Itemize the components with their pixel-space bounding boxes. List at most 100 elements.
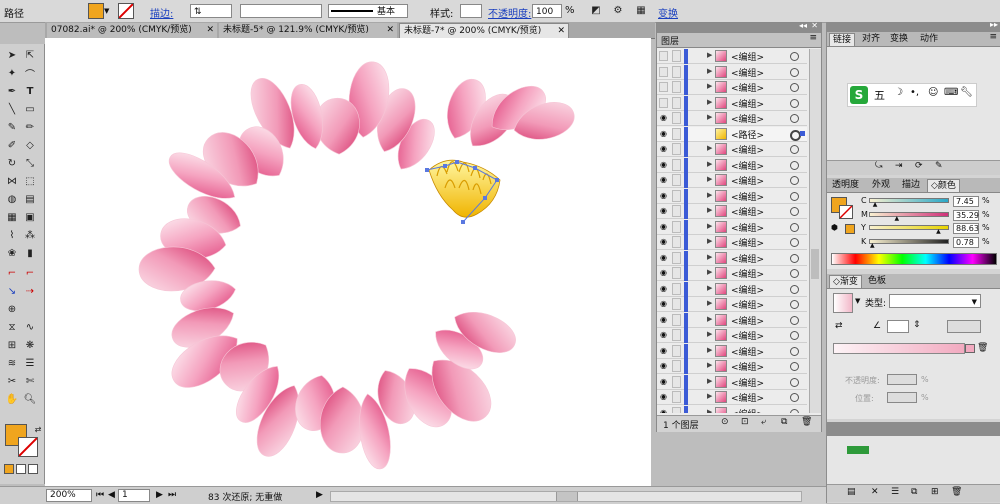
layer-row[interactable]: ◉ ▶ <编组>: [657, 142, 807, 157]
prev-page-icon[interactable]: ◀: [108, 490, 115, 500]
expand-triangle-icon[interactable]: ▶: [707, 237, 712, 245]
eye-icon[interactable]: ◉: [659, 392, 668, 402]
target-circle-icon[interactable]: [790, 269, 799, 278]
fill-dropdown-chevron-icon[interactable]: ▼: [104, 7, 109, 15]
target-circle-icon[interactable]: [790, 67, 799, 77]
tab-align[interactable]: 对齐: [859, 33, 883, 46]
tab-color[interactable]: ◇颜色: [927, 179, 960, 192]
expand-triangle-icon[interactable]: ▶: [707, 67, 712, 75]
expand-triangle-icon[interactable]: ▶: [707, 299, 712, 307]
trash-icon[interactable]: 🗑︎: [951, 487, 962, 497]
lock-toggle[interactable]: [672, 313, 681, 326]
layer-row[interactable]: ◉ ▶ <编组>: [657, 250, 807, 266]
pucker-tool-icon[interactable]: ⊞: [4, 338, 20, 352]
pencil-tool-icon[interactable]: ✏: [22, 120, 38, 134]
status-menu-icon[interactable]: ▶: [316, 490, 323, 500]
panel-menu-icon[interactable]: ≡: [809, 33, 817, 43]
lock-toggle[interactable]: [672, 50, 681, 62]
expand-triangle-icon[interactable]: ▶: [707, 253, 712, 261]
lock-toggle[interactable]: [672, 236, 681, 248]
eye-icon[interactable]: ◉: [659, 113, 668, 123]
magic-wand-tool-icon[interactable]: ✦: [4, 66, 20, 80]
recolor-artwork-icon[interactable]: ◩: [588, 3, 604, 17]
layer-row[interactable]: ◉ ▶ <编组>: [657, 157, 807, 173]
mesh-tool-icon[interactable]: ▦: [4, 210, 20, 224]
lock-toggle[interactable]: [672, 112, 681, 124]
duplicate-icon[interactable]: ⧉: [911, 487, 917, 497]
expand-triangle-icon[interactable]: ▶: [707, 160, 712, 168]
lock-toggle[interactable]: [672, 298, 681, 310]
layer-row[interactable]: ◉ ▶ <编组>: [657, 343, 807, 359]
eyedropper-tool-icon[interactable]: ⌇: [4, 228, 20, 242]
color-spectrum-bar[interactable]: [831, 253, 997, 265]
gradient-ramp[interactable]: [833, 343, 965, 354]
color-mode-icon[interactable]: [4, 464, 14, 474]
close-tab-icon[interactable]: ✕: [386, 23, 394, 38]
stroke-weight-field[interactable]: ⇅: [190, 4, 232, 18]
tab-links[interactable]: 链接: [829, 33, 856, 46]
type-tool-icon[interactable]: T: [22, 84, 38, 98]
eye-icon[interactable]: ◉: [659, 253, 668, 263]
target-circle-icon[interactable]: [790, 408, 799, 413]
eye-icon[interactable]: ◉: [659, 206, 668, 216]
width-tool-icon[interactable]: ⋈: [4, 174, 20, 188]
artboard-tool-icon[interactable]: ⌐: [4, 266, 20, 280]
selection-indicator[interactable]: [800, 130, 805, 136]
expand-triangle-icon[interactable]: ▶: [707, 284, 712, 292]
target-circle-icon[interactable]: [790, 362, 799, 371]
rectangle-tool-icon[interactable]: ▭: [22, 102, 38, 116]
slider-knob-icon[interactable]: ▲: [870, 242, 875, 249]
reverse-gradient-icon[interactable]: ⇄: [835, 321, 843, 331]
layer-row[interactable]: ◉ ▶ <编组>: [657, 297, 807, 312]
gradient-type-select[interactable]: ▼: [889, 294, 981, 308]
lock-toggle[interactable]: [672, 329, 681, 341]
tab-transparency[interactable]: 透明度: [829, 179, 862, 192]
eye-icon[interactable]: ◉: [659, 284, 668, 294]
cmyk-value-field[interactable]: 0.78: [953, 236, 979, 248]
layer-row[interactable]: ◉ ▶ <编组>: [657, 266, 807, 281]
target-circle-icon[interactable]: [790, 176, 799, 185]
variable-width-field[interactable]: [240, 4, 322, 18]
flower-artwork[interactable]: [45, 38, 651, 486]
eye-icon[interactable]: ◉: [659, 129, 668, 139]
paintbrush-tool-icon[interactable]: ✎: [4, 120, 20, 134]
collapse-dock-icon[interactable]: ▸▸: [990, 20, 998, 29]
layers-tab[interactable]: 图层: [661, 34, 679, 47]
make-clipping-mask-icon[interactable]: ⊡: [741, 417, 749, 427]
wrench-icon[interactable]: 🔧︎: [960, 87, 973, 98]
options-icon[interactable]: ☰: [891, 487, 899, 497]
gradient-tool-icon[interactable]: ▣: [22, 210, 38, 224]
target-circle-icon[interactable]: [790, 238, 799, 247]
color-stroke-box[interactable]: [839, 205, 853, 219]
scissors-tool-icon[interactable]: ✄: [22, 374, 38, 388]
target-circle-icon[interactable]: [790, 284, 799, 294]
cmyk-value-field[interactable]: 35.29: [953, 209, 979, 221]
visibility-empty-icon[interactable]: [659, 51, 668, 61]
stroke-link[interactable]: 描边:: [150, 5, 173, 20]
lock-toggle[interactable]: [672, 127, 681, 140]
tab-transform[interactable]: 变换: [887, 33, 911, 46]
expand-triangle-icon[interactable]: ▶: [707, 268, 712, 276]
layer-row[interactable]: ◉ ▶ <编组>: [657, 390, 807, 405]
target-circle-icon[interactable]: [790, 145, 799, 154]
target-circle-icon[interactable]: [790, 114, 799, 123]
scale-tool-icon[interactable]: ⤡: [22, 156, 38, 170]
expand-triangle-icon[interactable]: ▶: [707, 377, 712, 385]
graphic-style-swatch[interactable]: [460, 4, 482, 18]
stop-location-field[interactable]: [887, 392, 917, 403]
eye-icon[interactable]: ◉: [659, 408, 668, 414]
gradient-dropdown-chevron-icon[interactable]: ▼: [855, 297, 860, 305]
target-circle-icon[interactable]: [790, 315, 799, 325]
layer-row[interactable]: ◉ ▶ <编组>: [657, 359, 807, 374]
expand-triangle-icon[interactable]: ▶: [707, 144, 712, 152]
target-circle-icon[interactable]: [790, 52, 799, 61]
layer-row[interactable]: ◉ ▶ <编组>: [657, 219, 807, 235]
eye-icon[interactable]: ◉: [659, 268, 668, 278]
layer-row[interactable]: ◉ ▶ <编组>: [657, 312, 807, 328]
eraser-tool-icon[interactable]: ◇: [22, 138, 38, 152]
lock-toggle[interactable]: [672, 65, 681, 78]
delete-stop-icon[interactable]: 🗑︎: [977, 343, 988, 353]
symbol-sprayer-tool-icon[interactable]: ❀: [4, 246, 20, 260]
cmyk-slider[interactable]: ▲: [869, 238, 949, 248]
perspective-grid-tool-icon[interactable]: ▤: [22, 192, 38, 206]
